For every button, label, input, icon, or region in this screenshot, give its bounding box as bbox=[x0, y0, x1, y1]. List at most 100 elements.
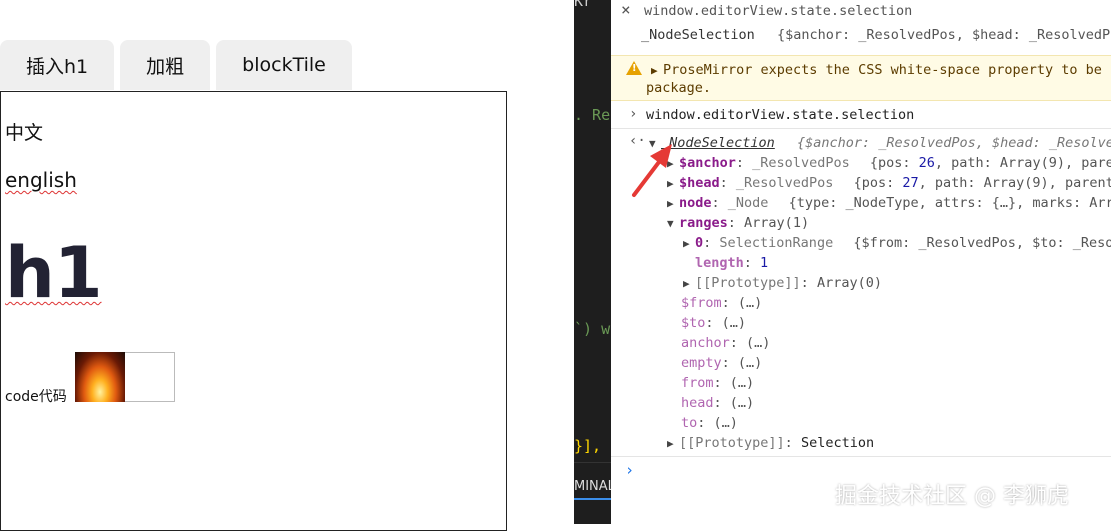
devtools-console: × window.editorView.state.selection _Nod… bbox=[611, 0, 1111, 524]
tree-row-node[interactable]: ▶ node: _Node {type: _NodeType, attrs: {…… bbox=[667, 195, 1111, 211]
block-tile-button[interactable]: blockTile bbox=[216, 40, 352, 90]
strip-text-paren: `) w bbox=[574, 320, 611, 338]
getter-val[interactable]: (…) bbox=[738, 295, 762, 311]
collapse-triangle-icon[interactable]: ▶ bbox=[667, 177, 679, 190]
console-result-1[interactable]: _NodeSelection {$anchor: _ResolvedPos, $… bbox=[641, 27, 1111, 43]
head-class: _ResolvedPos bbox=[735, 175, 834, 191]
anchor-class: _ResolvedPos bbox=[752, 155, 850, 171]
warning-line-1: ▶ ProseMirror expects the CSS white-space… bbox=[651, 62, 1111, 78]
warning-text-1: ProseMirror expects the CSS white-space … bbox=[663, 62, 1111, 78]
fire-image[interactable] bbox=[75, 352, 125, 402]
tree-root-props: {$anchor: _ResolvedPos, $head: _Resolved bbox=[796, 135, 1111, 151]
length-val: 1 bbox=[760, 255, 769, 271]
getter-key: to bbox=[681, 415, 698, 431]
result-1-class: _NodeSelection bbox=[641, 27, 755, 43]
getter-key: from bbox=[681, 375, 714, 391]
collapse-triangle-icon[interactable]: ▶ bbox=[667, 197, 679, 210]
getter-key: empty bbox=[681, 355, 722, 371]
expand-triangle-icon[interactable]: ▼ bbox=[649, 137, 661, 150]
ranges-key: ranges bbox=[679, 215, 728, 231]
proto1-key: [[Prototype]] bbox=[695, 275, 801, 291]
proto2-val: Selection bbox=[800, 435, 875, 451]
anchor-rest: , path: Array(9), pare bbox=[934, 155, 1111, 171]
result-1-props: {$anchor: _ResolvedPos, $head: _Resolved… bbox=[776, 27, 1111, 43]
length-key: length bbox=[695, 255, 744, 271]
tree-row-range0[interactable]: ▶ 0: SelectionRange {$from: _ResolvedPos,… bbox=[683, 235, 1111, 251]
return-arrow-icon: ‹· bbox=[629, 133, 646, 149]
getter-val[interactable]: (…) bbox=[738, 355, 762, 371]
node-class: _Node bbox=[727, 195, 769, 211]
watermark: 掘金技术社区 @ 李狮虎 bbox=[835, 484, 1069, 509]
console-input-2: window.editorView.state.selection bbox=[646, 107, 915, 123]
getter-row[interactable]: to: (…) bbox=[681, 415, 738, 431]
collapse-triangle-icon[interactable]: ▶ bbox=[667, 157, 679, 170]
prosemirror-editor[interactable]: 中文 english h1 code代码 bbox=[0, 91, 507, 531]
collapse-triangle-icon[interactable]: ▶ bbox=[683, 277, 695, 290]
range0-key: 0 bbox=[695, 235, 704, 251]
paragraph-chinese[interactable]: 中文 bbox=[5, 118, 43, 145]
editor-toolbar: 插入h1 加粗 blockTile bbox=[0, 40, 352, 90]
getter-row[interactable]: $to: (…) bbox=[681, 315, 746, 331]
getter-row[interactable]: from: (…) bbox=[681, 375, 754, 391]
strip-text-top: Kr bbox=[574, 0, 593, 10]
getter-val[interactable]: (…) bbox=[730, 395, 754, 411]
divider bbox=[611, 456, 1111, 457]
code-editor-strip: Kr . Re `) w }], MINAL bbox=[574, 0, 611, 524]
console-input-1: window.editorView.state.selection bbox=[644, 3, 913, 19]
getter-row[interactable]: empty: (…) bbox=[681, 355, 762, 371]
anchor-key: $anchor bbox=[679, 155, 736, 171]
proto1-val: Array(0) bbox=[816, 275, 882, 291]
close-icon[interactable]: × bbox=[621, 0, 631, 19]
warning-text-2: package. bbox=[646, 80, 712, 96]
getter-val[interactable]: (…) bbox=[746, 335, 770, 351]
console-prompt-icon[interactable]: › bbox=[625, 461, 634, 479]
bold-button[interactable]: 加粗 bbox=[120, 40, 211, 90]
tree-row-head[interactable]: ▶ $head: _ResolvedPos {pos: 27, path: Arr… bbox=[667, 175, 1111, 191]
tree-root[interactable]: ▼ _NodeSelection {$anchor: _ResolvedPos, … bbox=[649, 135, 1111, 151]
tree-row-length: length: 1 bbox=[695, 255, 769, 271]
strip-text-bracket: }], bbox=[574, 437, 602, 455]
getter-val[interactable]: (…) bbox=[714, 415, 738, 431]
getter-row[interactable]: anchor: (…) bbox=[681, 335, 770, 351]
getter-key: $to bbox=[681, 315, 706, 331]
terminal-tab[interactable]: MINAL bbox=[574, 462, 611, 500]
collapse-triangle-icon[interactable]: ▶ bbox=[683, 237, 695, 250]
range0-rest: {$from: _ResolvedPos, $to: _Resol bbox=[853, 235, 1111, 251]
anchor-pos: 26 bbox=[918, 155, 935, 171]
insert-h1-button[interactable]: 插入h1 bbox=[0, 40, 115, 90]
getter-val[interactable]: (…) bbox=[722, 315, 746, 331]
tree-row-ranges[interactable]: ▼ ranges: Array(1) bbox=[667, 215, 809, 231]
strip-text-comment: . Re bbox=[574, 106, 611, 124]
divider bbox=[611, 128, 1111, 129]
getter-key: head bbox=[681, 395, 714, 411]
expand-triangle-icon[interactable]: ▶ bbox=[651, 64, 663, 77]
head-key: $head bbox=[679, 175, 720, 191]
image-node-frame[interactable] bbox=[125, 352, 175, 402]
code-text[interactable]: code代码 bbox=[5, 386, 67, 406]
proto2-key: [[Prototype]] bbox=[679, 435, 785, 451]
tree-row-anchor[interactable]: ▶ $anchor: _ResolvedPos {pos: 26, path: A… bbox=[667, 155, 1111, 171]
tree-root-class: _NodeSelection bbox=[661, 135, 775, 151]
node-key: node bbox=[679, 195, 712, 211]
console-warning[interactable]: ▶ProseMirror expects the CSS white-space… bbox=[611, 55, 1111, 101]
getter-row[interactable]: $from: (…) bbox=[681, 295, 762, 311]
tree-row-proto2[interactable]: ▶ [[Prototype]]: Selection bbox=[667, 435, 874, 451]
head-rest: , path: Array(9), parent( bbox=[918, 175, 1111, 191]
chevron-right-icon: › bbox=[629, 106, 638, 122]
range0-class: SelectionRange bbox=[719, 235, 834, 251]
expand-triangle-icon[interactable]: ▼ bbox=[667, 217, 679, 230]
getter-key: anchor bbox=[681, 335, 730, 351]
warning-icon bbox=[626, 61, 642, 75]
paragraph-english[interactable]: english bbox=[5, 168, 77, 192]
getter-row[interactable]: head: (…) bbox=[681, 395, 754, 411]
heading-h1[interactable]: h1 bbox=[5, 232, 103, 314]
getter-key: $from bbox=[681, 295, 722, 311]
node-rest: {type: _NodeType, attrs: {…}, marks: Arr bbox=[788, 195, 1111, 211]
terminal-tab-underline bbox=[574, 498, 611, 500]
tree-row-proto1[interactable]: ▶ [[Prototype]]: Array(0) bbox=[683, 275, 882, 291]
terminal-tab-label: MINAL bbox=[574, 479, 611, 494]
collapse-triangle-icon[interactable]: ▶ bbox=[667, 437, 679, 450]
head-pos: 27 bbox=[902, 175, 919, 191]
getter-val[interactable]: (…) bbox=[730, 375, 754, 391]
ranges-val: Array(1) bbox=[744, 215, 810, 231]
